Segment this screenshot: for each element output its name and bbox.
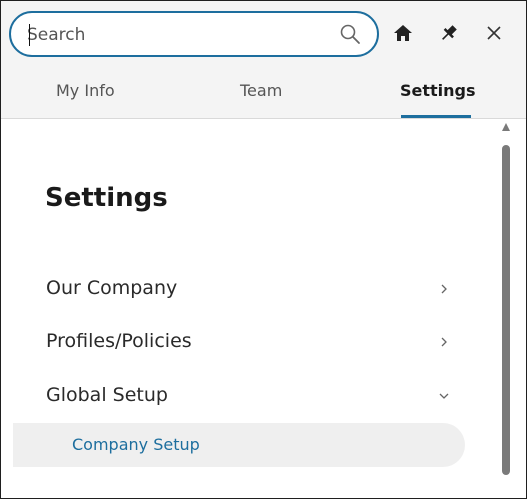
menu-item-global-setup[interactable]: Global Setup xyxy=(1,376,471,416)
tab-settings[interactable]: Settings xyxy=(400,81,476,100)
home-icon[interactable] xyxy=(391,21,415,45)
chevron-right-icon xyxy=(437,334,451,348)
tab-team[interactable]: Team xyxy=(240,81,282,100)
page-title: Settings xyxy=(45,183,168,213)
menu-item-label: Profiles/Policies xyxy=(46,330,192,352)
active-tab-indicator xyxy=(401,115,471,118)
submenu-item-company-setup[interactable]: Company Setup xyxy=(13,423,465,467)
text-cursor xyxy=(29,24,30,46)
top-bar xyxy=(1,1,526,67)
scrollbar[interactable] xyxy=(502,123,512,483)
tab-bar: My Info Team Settings xyxy=(1,67,526,119)
menu-item-label: Our Company xyxy=(46,277,178,299)
chevron-right-icon xyxy=(437,281,451,295)
submenu-item-label: Company Setup xyxy=(72,435,200,454)
menu-item-label: Global Setup xyxy=(46,384,168,406)
pin-icon[interactable] xyxy=(437,21,461,45)
chevron-down-icon xyxy=(437,388,451,402)
scrollbar-thumb[interactable] xyxy=(502,145,510,475)
close-icon[interactable] xyxy=(482,21,506,45)
search-icon[interactable] xyxy=(339,23,361,45)
search-box[interactable] xyxy=(9,11,379,57)
panel: My Info Team Settings Settings Our Compa… xyxy=(0,0,527,499)
tab-my-info[interactable]: My Info xyxy=(56,81,115,100)
menu-item-profiles-policies[interactable]: Profiles/Policies xyxy=(1,322,471,362)
menu-item-our-company[interactable]: Our Company xyxy=(1,269,471,309)
search-input[interactable] xyxy=(27,22,327,48)
scroll-up-arrow-icon[interactable] xyxy=(502,123,510,131)
settings-content: Settings Our Company Profiles/Policies G… xyxy=(1,119,526,498)
